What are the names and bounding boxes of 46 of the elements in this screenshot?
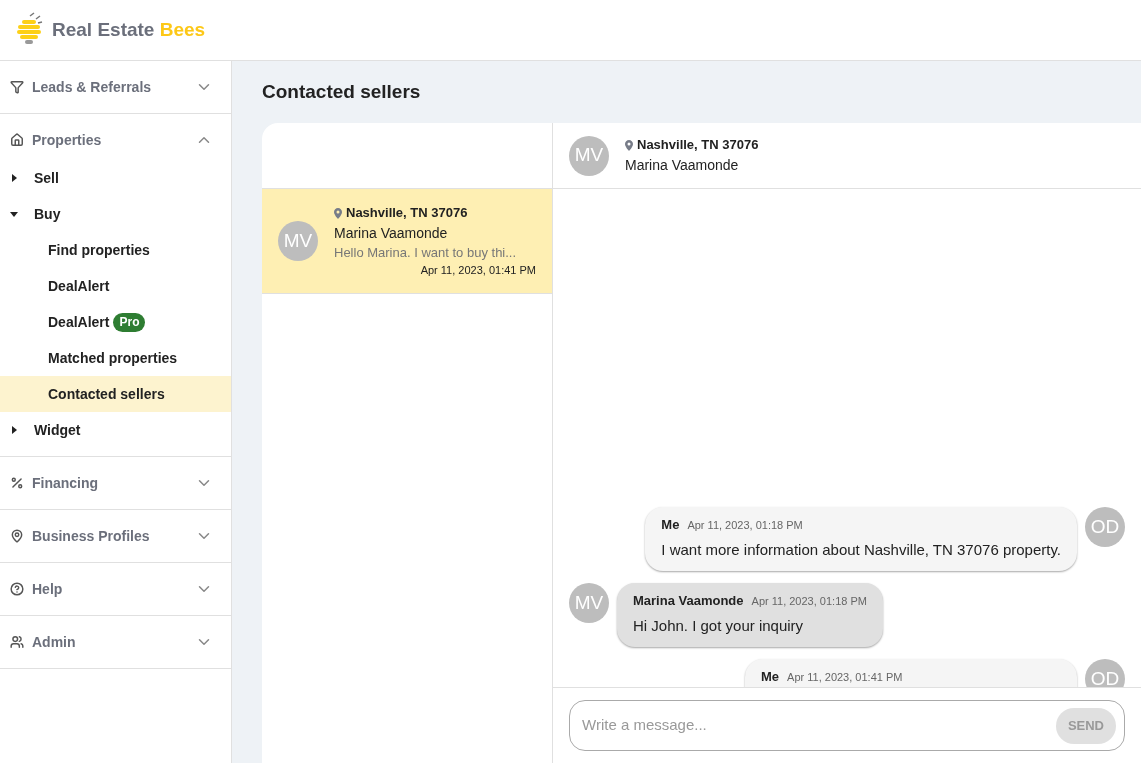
brand-name: Real Estate Bees: [52, 17, 206, 42]
sender-name: Me: [761, 668, 780, 686]
sidebar-section[interactable]: Help: [0, 563, 231, 615]
location: Nashville, TN 37076: [637, 136, 759, 155]
avatar: OD: [1085, 507, 1125, 547]
location: Nashville, TN 37076: [346, 204, 468, 223]
caret-right-icon: [10, 425, 18, 435]
message-text: Hi John. I got your inquiry: [633, 615, 805, 636]
avatar: MV: [278, 221, 318, 261]
pin-icon: [10, 529, 24, 543]
timestamp: Apr 11, 2023, 01:41 PM: [420, 263, 536, 279]
home-icon: [10, 133, 24, 147]
help-icon: [10, 582, 24, 596]
conversation-item[interactable]: MV Nashville, TN 37076 Marina Vaamonde Hello Marina. I want to buy thi... Apr 11, 2023, 01:41 PM: [262, 189, 552, 294]
sender-name: Me: [661, 516, 680, 534]
sidebar-item[interactable]: DealAlert: [0, 268, 231, 304]
sidebar-item[interactable]: Buy: [0, 196, 231, 232]
people-icon: [10, 635, 24, 649]
message-text: I want more information about Nashville, TN 37076 property.: [661, 539, 1061, 560]
sidebar-item[interactable]: Matched properties: [0, 340, 231, 376]
sidebar-item[interactable]: Widget: [0, 412, 231, 448]
pin-icon: [334, 207, 342, 219]
contact-name: Marina Vaamonde: [334, 223, 449, 243]
caret-right-icon: [10, 173, 18, 183]
sender-name: Marina Vaamonde: [633, 592, 744, 610]
caret-down-icon: [10, 209, 18, 219]
page-title: Contacted sellers: [262, 79, 422, 104]
pro-badge: Pro: [113, 312, 146, 332]
sidebar-item[interactable]: DealAlert Pro: [0, 304, 231, 340]
sidebar-section[interactable]: Leads & Referrals: [0, 61, 231, 113]
percent-icon: [10, 476, 24, 490]
sidebar-section[interactable]: Admin: [0, 616, 231, 668]
avatar: MV: [569, 583, 609, 623]
avatar: MV: [569, 135, 609, 176]
sidebar-section[interactable]: Business Profiles: [0, 510, 231, 562]
avatar: OD: [1085, 659, 1125, 687]
timestamp: Apr 11, 2023, 01:18 PM: [687, 518, 803, 533]
pin-icon: [625, 139, 633, 151]
timestamp: Apr 11, 2023, 01:41 PM: [787, 670, 903, 685]
contact-name: Marina Vaamonde: [625, 155, 740, 175]
funnel-icon: [10, 80, 24, 94]
sidebar-section[interactable]: Financing: [0, 457, 231, 509]
sidebar-item[interactable]: Contacted sellers: [0, 376, 231, 412]
message-preview: Hello Marina. I want to buy thi...: [334, 243, 518, 262]
sidebar-item[interactable]: Find properties: [0, 232, 231, 268]
timestamp: Apr 11, 2023, 01:18 PM: [751, 594, 867, 609]
